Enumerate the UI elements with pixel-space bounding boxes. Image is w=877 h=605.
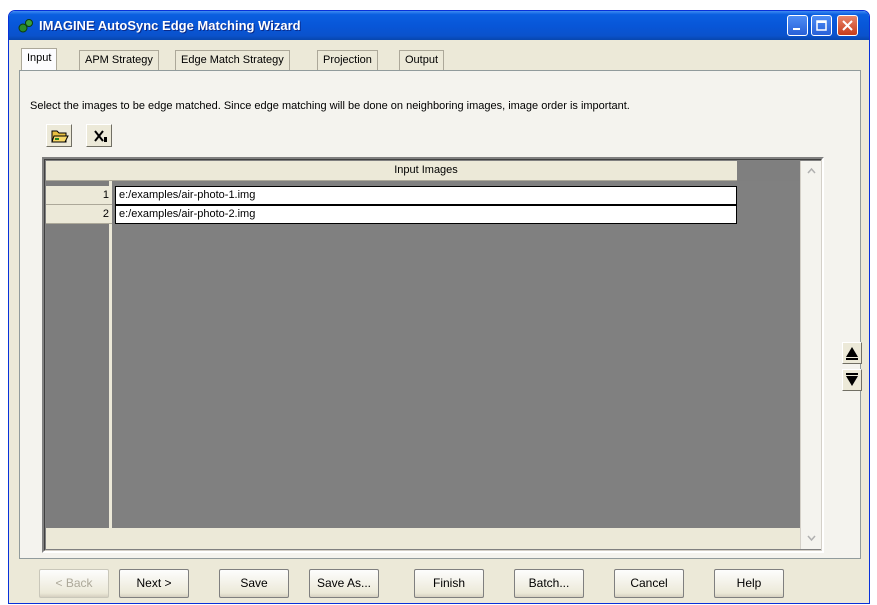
move-up-button[interactable] xyxy=(842,342,862,364)
maximize-button[interactable] xyxy=(811,15,832,36)
row-number[interactable]: 2 xyxy=(46,205,112,224)
triangle-up-icon xyxy=(846,347,858,360)
input-images-grid[interactable]: Input Images 1 e:/examples/air-photo-1.i… xyxy=(42,157,824,553)
triangle-down-icon xyxy=(846,373,858,386)
minimize-icon xyxy=(793,28,800,30)
remove-image-button[interactable] xyxy=(86,124,112,147)
save-button[interactable]: Save xyxy=(219,569,289,598)
grid-corner xyxy=(46,161,115,181)
app-icon xyxy=(18,19,33,33)
title-bar[interactable]: IMAGINE AutoSync Edge Matching Wizard xyxy=(9,11,869,40)
instructions-text: Select the images to be edge matched. Si… xyxy=(30,100,630,112)
tab-projection[interactable]: Projection xyxy=(317,50,378,71)
scroll-up-icon[interactable] xyxy=(805,165,818,178)
grid-bottom-strip xyxy=(46,528,800,549)
image-path-cell[interactable]: e:/examples/air-photo-1.img xyxy=(115,186,737,205)
maximize-icon xyxy=(816,20,827,31)
tab-apm-strategy[interactable]: APM Strategy xyxy=(79,50,159,71)
batch-button[interactable]: Batch... xyxy=(514,569,584,598)
help-button[interactable]: Help xyxy=(714,569,784,598)
wizard-window: IMAGINE AutoSync Edge Matching Wizard In… xyxy=(8,10,870,604)
tab-input[interactable]: Input xyxy=(21,48,58,72)
delete-icon xyxy=(94,130,107,142)
window-title: IMAGINE AutoSync Edge Matching Wizard xyxy=(39,18,301,33)
scroll-down-icon[interactable] xyxy=(805,531,818,544)
column-header-input-images[interactable]: Input Images xyxy=(115,161,737,181)
minimize-button[interactable] xyxy=(787,15,808,36)
tab-output[interactable]: Output xyxy=(399,50,445,71)
grid-frame: Input Images 1 e:/examples/air-photo-1.i… xyxy=(44,159,822,551)
save-as-button[interactable]: Save As... xyxy=(309,569,379,598)
move-down-button[interactable] xyxy=(842,369,862,391)
image-path-cell[interactable]: e:/examples/air-photo-2.img xyxy=(115,205,737,224)
tab-edge-match-strategy[interactable]: Edge Match Strategy xyxy=(175,50,290,71)
next-button[interactable]: Next > xyxy=(119,569,189,598)
folder-open-icon xyxy=(51,130,69,143)
open-images-button[interactable] xyxy=(46,124,72,147)
finish-button[interactable]: Finish xyxy=(414,569,484,598)
input-tab-panel: Select the images to be edge matched. Si… xyxy=(19,70,862,559)
vertical-scrollbar[interactable] xyxy=(800,161,821,549)
cancel-button[interactable]: Cancel xyxy=(614,569,684,598)
back-button[interactable]: < Back xyxy=(39,569,109,598)
column-header-filler xyxy=(737,161,800,181)
close-icon xyxy=(842,20,853,31)
close-button[interactable] xyxy=(837,15,858,36)
row-number[interactable]: 1 xyxy=(46,186,112,205)
